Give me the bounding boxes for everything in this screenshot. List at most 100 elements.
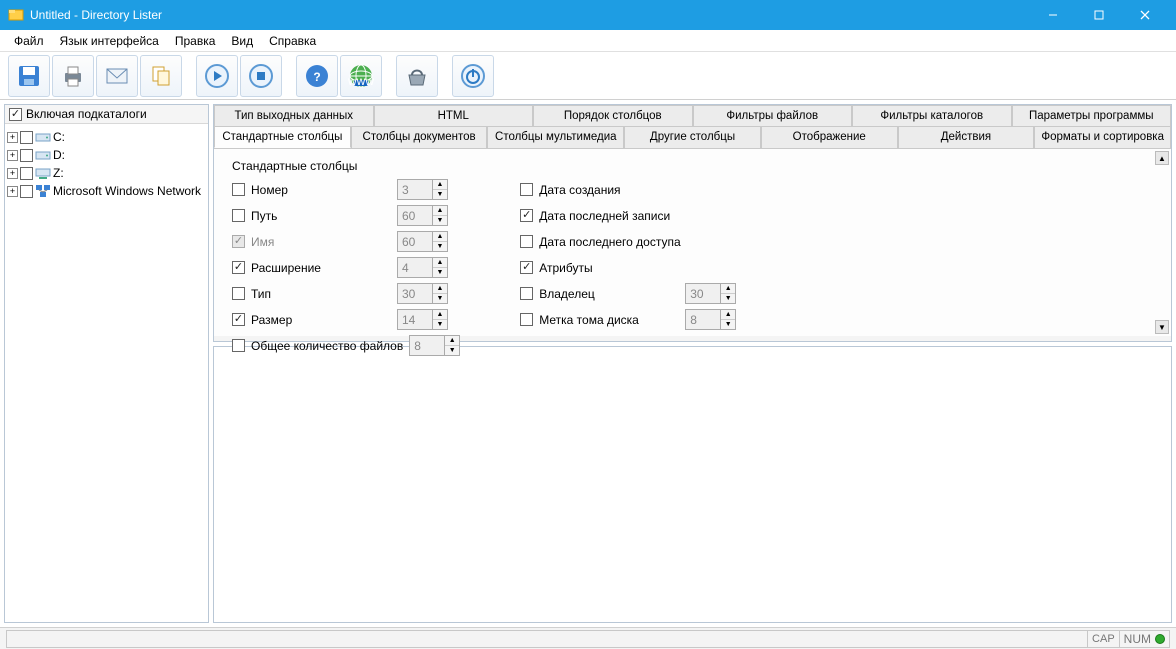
maximize-button[interactable] xyxy=(1076,0,1122,30)
tree-node-label[interactable]: Z: xyxy=(53,166,64,180)
statusbar: CAP NUM xyxy=(0,627,1176,649)
tree-node-label[interactable]: Microsoft Windows Network xyxy=(53,184,201,198)
tab-program-params[interactable]: Параметры программы xyxy=(1012,105,1172,126)
spin-up-icon[interactable]: ▲ xyxy=(433,284,447,294)
tab-html[interactable]: HTML xyxy=(374,105,534,126)
size-label: Размер xyxy=(251,313,391,327)
owner-checkbox[interactable] xyxy=(520,287,533,300)
basket-button[interactable] xyxy=(396,55,438,97)
tree-expand-icon[interactable]: + xyxy=(7,150,18,161)
panel-scroll-up[interactable]: ▲ xyxy=(1155,151,1169,165)
spin-down-icon[interactable]: ▼ xyxy=(445,346,459,355)
tab-file-filters[interactable]: Фильтры файлов xyxy=(693,105,853,126)
tree-panel: Включая подкаталоги + C: + D: + Z: xyxy=(4,104,209,623)
menu-language[interactable]: Язык интерфейса xyxy=(52,31,167,51)
owner-input[interactable] xyxy=(685,283,721,304)
volume-label-input[interactable] xyxy=(685,309,721,330)
tree-node-checkbox[interactable] xyxy=(20,131,33,144)
total-files-checkbox[interactable] xyxy=(232,339,245,352)
drive-tree[interactable]: + C: + D: + Z: + Microsoft Win xyxy=(5,124,208,622)
status-spacer xyxy=(6,630,1088,648)
network-drive-icon xyxy=(35,165,51,181)
spin-down-icon[interactable]: ▼ xyxy=(433,216,447,225)
power-button[interactable] xyxy=(452,55,494,97)
total-files-input[interactable] xyxy=(409,335,445,356)
run-button[interactable] xyxy=(196,55,238,97)
spin-down-icon[interactable]: ▼ xyxy=(433,242,447,251)
menu-view[interactable]: Вид xyxy=(223,31,261,51)
number-input[interactable] xyxy=(397,179,433,200)
spin-up-icon[interactable]: ▲ xyxy=(445,336,459,346)
attributes-label: Атрибуты xyxy=(539,261,679,275)
spin-down-icon[interactable]: ▼ xyxy=(433,320,447,329)
path-input[interactable] xyxy=(397,205,433,226)
tree-expand-icon[interactable]: + xyxy=(7,168,18,179)
save-button[interactable] xyxy=(8,55,50,97)
tree-expand-icon[interactable]: + xyxy=(7,132,18,143)
path-checkbox[interactable] xyxy=(232,209,245,222)
tab-document-columns[interactable]: Столбцы документов xyxy=(351,126,488,148)
help-button[interactable]: ? xyxy=(296,55,338,97)
spin-up-icon[interactable]: ▲ xyxy=(433,180,447,190)
status-num: NUM xyxy=(1119,630,1170,648)
spin-up-icon[interactable]: ▲ xyxy=(721,310,735,320)
minimize-button[interactable] xyxy=(1030,0,1076,30)
spin-up-icon[interactable]: ▲ xyxy=(433,232,447,242)
menu-help[interactable]: Справка xyxy=(261,31,324,51)
tree-node-label[interactable]: D: xyxy=(53,148,65,162)
status-num-label: NUM xyxy=(1124,632,1151,646)
tab-multimedia-columns[interactable]: Столбцы мультимедиа xyxy=(487,126,624,148)
tree-node-checkbox[interactable] xyxy=(20,149,33,162)
settings-tabs: Тип выходных данных HTML Порядок столбцо… xyxy=(213,104,1172,342)
spin-down-icon[interactable]: ▼ xyxy=(721,320,735,329)
size-checkbox[interactable] xyxy=(232,313,245,326)
menu-edit[interactable]: Правка xyxy=(167,31,224,51)
date-created-checkbox[interactable] xyxy=(520,183,533,196)
tab-dir-filters[interactable]: Фильтры каталогов xyxy=(852,105,1012,126)
group-title: Стандартные столбцы xyxy=(232,159,1153,173)
copy-button[interactable] xyxy=(140,55,182,97)
type-checkbox[interactable] xyxy=(232,287,245,300)
extension-label: Расширение xyxy=(251,261,391,275)
drive-icon xyxy=(35,129,51,145)
tree-node-checkbox[interactable] xyxy=(20,185,33,198)
tab-display[interactable]: Отображение xyxy=(761,126,898,148)
tab-standard-columns[interactable]: Стандартные столбцы xyxy=(214,126,351,148)
menu-file[interactable]: Файл xyxy=(6,31,52,51)
number-checkbox[interactable] xyxy=(232,183,245,196)
panel-scroll-down[interactable]: ▼ xyxy=(1155,320,1169,334)
print-button[interactable] xyxy=(52,55,94,97)
tab-formats-sort[interactable]: Форматы и сортировка xyxy=(1034,126,1171,148)
attributes-checkbox[interactable] xyxy=(520,261,533,274)
size-input[interactable] xyxy=(397,309,433,330)
web-button[interactable]: www xyxy=(340,55,382,97)
tree-node-checkbox[interactable] xyxy=(20,167,33,180)
name-input xyxy=(397,231,433,252)
spin-up-icon[interactable]: ▲ xyxy=(433,310,447,320)
extension-input[interactable] xyxy=(397,257,433,278)
volume-label-checkbox[interactable] xyxy=(520,313,533,326)
tab-actions[interactable]: Действия xyxy=(898,126,1035,148)
spin-down-icon[interactable]: ▼ xyxy=(433,268,447,277)
toolbar: ? www xyxy=(0,52,1176,100)
tree-expand-icon[interactable]: + xyxy=(7,186,18,197)
spin-down-icon[interactable]: ▼ xyxy=(721,294,735,303)
tab-other-columns[interactable]: Другие столбцы xyxy=(624,126,761,148)
date-modified-checkbox[interactable] xyxy=(520,209,533,222)
include-subdirs-checkbox[interactable] xyxy=(9,108,22,121)
spin-down-icon[interactable]: ▼ xyxy=(433,190,447,199)
spin-down-icon[interactable]: ▼ xyxy=(433,294,447,303)
extension-checkbox[interactable] xyxy=(232,261,245,274)
spin-up-icon[interactable]: ▲ xyxy=(721,284,735,294)
date-accessed-checkbox[interactable] xyxy=(520,235,533,248)
type-input[interactable] xyxy=(397,283,433,304)
spin-up-icon[interactable]: ▲ xyxy=(433,206,447,216)
tree-node-label[interactable]: C: xyxy=(53,130,65,144)
stop-button[interactable] xyxy=(240,55,282,97)
close-button[interactable] xyxy=(1122,0,1168,30)
name-checkbox xyxy=(232,235,245,248)
spin-up-icon[interactable]: ▲ xyxy=(433,258,447,268)
tab-output-type[interactable]: Тип выходных данных xyxy=(214,105,374,126)
tab-column-order[interactable]: Порядок столбцов xyxy=(533,105,693,126)
email-button[interactable] xyxy=(96,55,138,97)
